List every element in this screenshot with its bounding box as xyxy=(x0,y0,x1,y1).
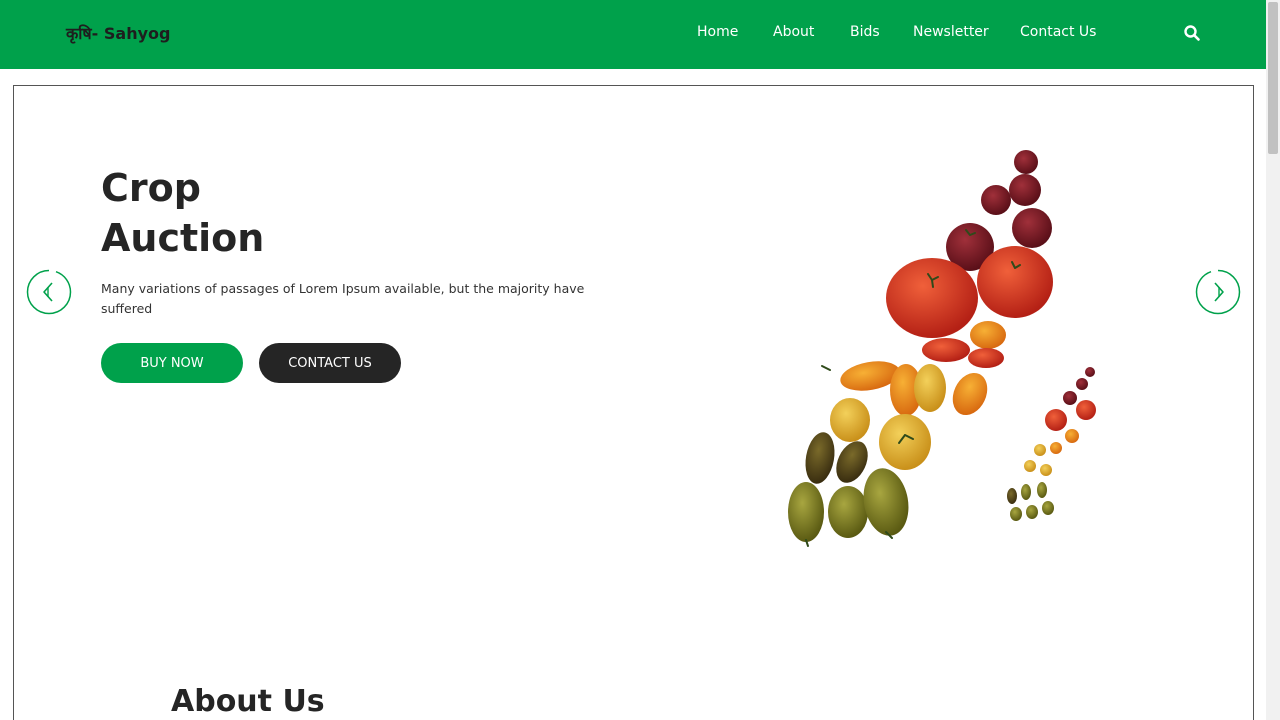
chevron-left-icon xyxy=(26,269,72,315)
hero-description: Many variations of passages of Lorem Ips… xyxy=(101,281,585,316)
hero-title: Crop Auction xyxy=(101,163,264,263)
slider-prev-button[interactable] xyxy=(26,269,72,315)
slider-next-button[interactable] xyxy=(1195,269,1241,315)
contact-us-button[interactable]: CONTACT US xyxy=(259,343,401,383)
buy-now-button[interactable]: BUY NOW xyxy=(101,343,243,383)
site-logo[interactable]: कृषि- Sahyog xyxy=(66,22,170,44)
hero-title-line2: Auction xyxy=(101,216,265,260)
scrollbar-thumb[interactable] xyxy=(1268,2,1278,154)
nav-home[interactable]: Home xyxy=(697,24,738,40)
hero-title-line1: Crop xyxy=(101,166,201,210)
nav-newsletter[interactable]: Newsletter xyxy=(913,24,989,40)
search-icon[interactable] xyxy=(1183,24,1201,42)
nav-about[interactable]: About xyxy=(773,24,814,40)
nav-bids[interactable]: Bids xyxy=(850,24,880,40)
chevron-right-icon xyxy=(1195,269,1241,315)
site-header: कृषि- Sahyog Home About Bids Newsletter … xyxy=(0,0,1266,69)
tomatoes-image xyxy=(760,140,1120,600)
nav-contact-us[interactable]: Contact Us xyxy=(1020,24,1096,40)
about-us-heading: About Us xyxy=(171,684,325,719)
